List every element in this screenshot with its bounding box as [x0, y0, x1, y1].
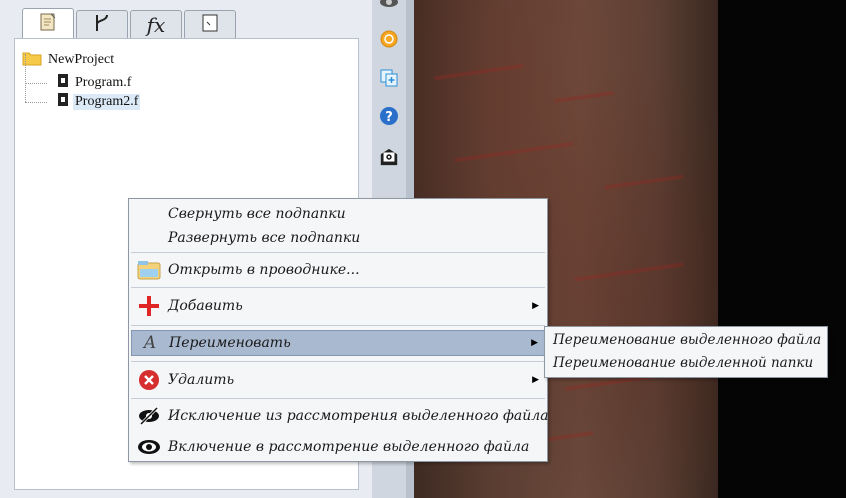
- orange-circle-icon[interactable]: [379, 29, 399, 49]
- context-menu: Свернуть все подпапки Развернуть все под…: [128, 198, 549, 462]
- add-icon: [137, 294, 161, 318]
- menu-item-label: Переименовать: [169, 335, 291, 351]
- menu-item-label: Свернуть все подпапки: [168, 206, 346, 222]
- delete-icon: [137, 368, 161, 392]
- tab-function[interactable]: fx: [130, 10, 182, 38]
- tree-item-label: NewProject: [48, 52, 115, 67]
- rename-icon: A: [143, 333, 157, 353]
- menu-collapse-all[interactable]: Свернуть все подпапки: [131, 203, 545, 225]
- menu-separator: [131, 287, 545, 288]
- menu-rename[interactable]: A Переименовать ▶: [131, 330, 545, 356]
- menu-include-file[interactable]: Включение в рассмотрение выделенного фай…: [131, 433, 545, 460]
- menu-add[interactable]: Добавить ▶: [131, 292, 545, 320]
- mail-settings-icon[interactable]: [379, 147, 399, 167]
- tree-item-file-selected[interactable]: Program2.f: [58, 93, 141, 111]
- menu-item-label: Удалить: [168, 372, 235, 388]
- submenu-arrow-icon: ▶: [532, 301, 539, 311]
- submenu-rename-file[interactable]: Переименование выделенного файла: [553, 332, 821, 348]
- page-icon: [199, 12, 221, 38]
- menu-item-label: Исключение из рассмотрения выделенного ф…: [168, 407, 549, 424]
- tree-item-label: Program.f: [75, 75, 132, 90]
- menu-open-in-explorer[interactable]: Открыть в проводнике...: [131, 256, 545, 284]
- file-icon: [58, 93, 68, 111]
- branch-icon: [91, 12, 113, 38]
- tab-page[interactable]: [184, 10, 236, 38]
- menu-expand-all[interactable]: Развернуть все подпапки: [131, 227, 545, 249]
- menu-separator: [131, 325, 545, 326]
- document-icon: [37, 11, 59, 37]
- function-icon: fx: [146, 12, 166, 37]
- submenu-arrow-icon: ▶: [532, 375, 539, 385]
- menu-item-label: Добавить: [168, 298, 243, 314]
- submenu-arrow-icon: ▶: [531, 338, 538, 348]
- tree-item-label: Program2.f: [73, 94, 141, 110]
- copy-plus-icon[interactable]: [379, 68, 399, 88]
- tree-item-file[interactable]: Program.f: [58, 74, 133, 92]
- rename-submenu: Переименование выделенного файла Переиме…: [544, 326, 828, 378]
- menu-separator: [131, 398, 545, 399]
- menu-separator: [131, 361, 545, 362]
- tree-connector: [25, 54, 26, 102]
- tab-document[interactable]: [22, 8, 74, 39]
- open-explorer-icon: [137, 258, 161, 282]
- tab-bar: fx: [10, 6, 372, 39]
- image-background: [718, 0, 846, 498]
- menu-separator: [131, 252, 545, 253]
- eye-icon[interactable]: [379, 0, 399, 12]
- tree-item-project[interactable]: NewProject: [22, 51, 116, 69]
- help-icon[interactable]: ?: [379, 106, 399, 126]
- tree-connector: [25, 102, 47, 103]
- submenu-rename-folder[interactable]: Переименование выделенной папки: [553, 355, 813, 371]
- menu-item-label: Открыть в проводнике...: [168, 262, 360, 278]
- file-icon: [58, 74, 68, 92]
- tree-connector: [25, 83, 47, 84]
- menu-item-label: Включение в рассмотрение выделенного фай…: [168, 438, 530, 455]
- tab-branch[interactable]: [76, 10, 128, 38]
- menu-item-label: Развернуть все подпапки: [168, 230, 361, 246]
- svg-text:?: ?: [385, 110, 393, 125]
- menu-delete[interactable]: Удалить ▶: [131, 366, 545, 394]
- menu-exclude-file[interactable]: Исключение из рассмотрения выделенного ф…: [131, 402, 549, 429]
- eye-crossed-icon: [137, 404, 161, 428]
- eye-icon: [137, 435, 161, 459]
